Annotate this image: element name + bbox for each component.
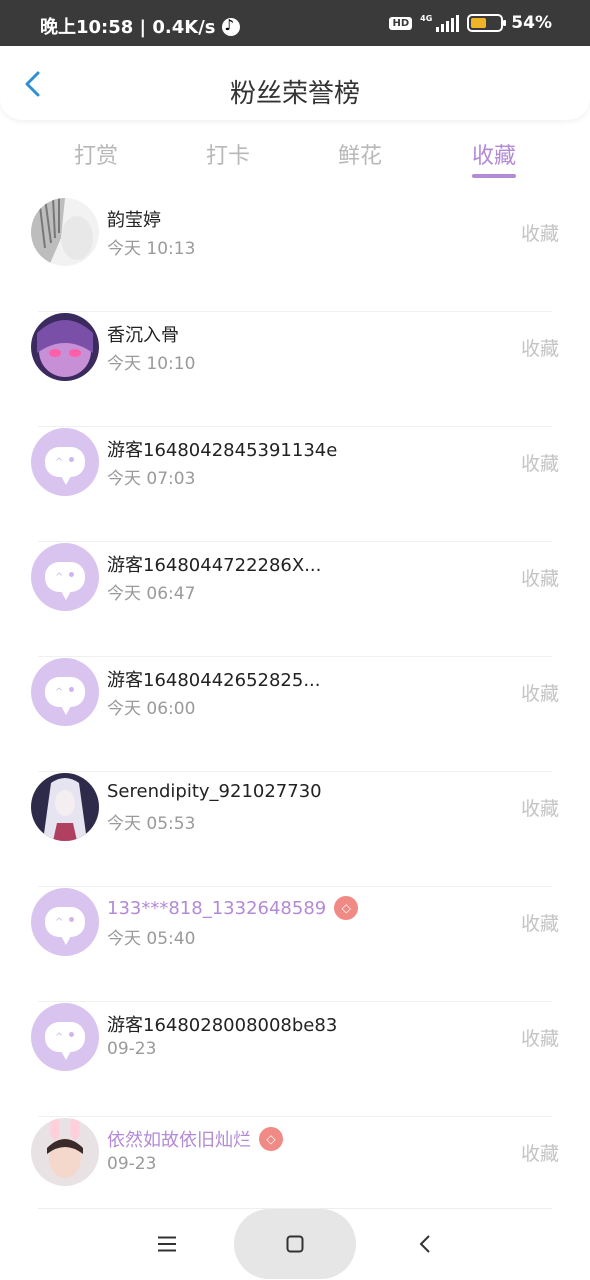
active-tab-indicator bbox=[472, 174, 516, 178]
timestamp: 今天 10:13 bbox=[107, 239, 196, 259]
tiktok-icon bbox=[221, 16, 240, 36]
avatar[interactable] bbox=[31, 198, 99, 266]
list-item[interactable]: 香沉入骨 今天 10:10 收藏 bbox=[0, 312, 590, 427]
user-name: 游客1648042845391134e bbox=[107, 440, 338, 461]
favorite-label: 收藏 bbox=[520, 798, 559, 820]
list-item[interactable]: ^ 游客1648042845391134e 今天 07:03 收藏 bbox=[0, 427, 590, 542]
home-icon[interactable] bbox=[278, 1224, 312, 1264]
tab-bar: 打赏 打卡 鲜花 收藏 bbox=[0, 132, 590, 182]
avatar[interactable] bbox=[31, 773, 99, 841]
status-indicators: HD 4G 54% bbox=[389, 13, 552, 33]
user-name: 133***818_1332648589 ◇ bbox=[107, 896, 359, 920]
timestamp: 今天 06:00 bbox=[107, 699, 196, 719]
header: 粉丝荣誉榜 bbox=[0, 46, 590, 120]
list-item[interactable]: Serendipity_921027730 今天 05:53 收藏 bbox=[0, 772, 590, 887]
list-item[interactable]: ^ 游客1648028008008be83 09-23 收藏 bbox=[0, 1002, 590, 1117]
favorite-label: 收藏 bbox=[520, 1143, 559, 1165]
favorite-label: 收藏 bbox=[520, 913, 559, 935]
back-icon[interactable] bbox=[408, 1224, 442, 1264]
list-item[interactable]: ^ 游客16480442652825... 今天 06:00 收藏 bbox=[0, 657, 590, 772]
list-item[interactable]: ^ 游客1648044722286X... 今天 06:47 收藏 bbox=[0, 542, 590, 657]
status-time-speed: 晚上10:58 | 0.4K/s bbox=[40, 13, 240, 39]
timestamp: 今天 07:03 bbox=[107, 469, 196, 489]
tab-flowers[interactable]: 鲜花 bbox=[310, 138, 410, 170]
user-name: 香沉入骨 bbox=[107, 325, 179, 346]
vip-diamond-icon: ◇ bbox=[259, 1127, 283, 1151]
favorite-label: 收藏 bbox=[520, 223, 559, 245]
page-title: 粉丝荣誉榜 bbox=[229, 79, 360, 109]
user-name: 游客1648028008008be83 bbox=[107, 1015, 338, 1036]
timestamp: 今天 06:47 bbox=[107, 584, 196, 604]
tab-favorites[interactable]: 收藏 bbox=[444, 138, 544, 170]
vip-diamond-icon: ◇ bbox=[334, 896, 359, 920]
avatar[interactable] bbox=[31, 1118, 99, 1186]
battery-text: 54% bbox=[511, 13, 552, 33]
fan-list: 韵莹婷 今天 10:13 收藏 香沉入骨 今天 10:10 收藏 ^ 游客164… bbox=[0, 197, 590, 1232]
default-avatar-icon[interactable]: ^ bbox=[31, 428, 99, 496]
user-name: 依然如故依旧灿烂 ◇ bbox=[107, 1126, 283, 1152]
timestamp: 今天 10:10 bbox=[107, 354, 196, 374]
tab-reward[interactable]: 打赏 bbox=[46, 138, 146, 170]
list-item[interactable]: ^ 133***818_1332648589 ◇ 今天 05:40 收藏 bbox=[0, 887, 590, 1002]
system-nav-bar bbox=[0, 1208, 590, 1280]
default-avatar-icon[interactable]: ^ bbox=[31, 543, 99, 611]
favorite-label: 收藏 bbox=[520, 1028, 559, 1050]
favorite-label: 收藏 bbox=[520, 453, 559, 475]
avatar[interactable] bbox=[31, 313, 99, 381]
user-name: 游客1648044722286X... bbox=[107, 555, 322, 576]
status-bar: 晚上10:58 | 0.4K/s HD 4G 54% bbox=[0, 0, 590, 46]
user-name: Serendipity_921027730 bbox=[107, 781, 322, 802]
timestamp: 09-23 bbox=[107, 1039, 157, 1059]
tab-checkin[interactable]: 打卡 bbox=[178, 138, 278, 170]
hd-icon: HD bbox=[389, 16, 413, 30]
timestamp: 09-23 bbox=[107, 1154, 157, 1174]
timestamp: 今天 05:40 bbox=[107, 929, 196, 949]
favorite-label: 收藏 bbox=[520, 683, 559, 705]
menu-icon[interactable] bbox=[150, 1224, 184, 1264]
timestamp: 今天 05:53 bbox=[107, 814, 196, 834]
list-item[interactable]: 韵莹婷 今天 10:13 收藏 bbox=[0, 197, 590, 312]
default-avatar-icon[interactable]: ^ bbox=[31, 658, 99, 726]
favorite-label: 收藏 bbox=[520, 338, 559, 360]
favorite-label: 收藏 bbox=[520, 568, 559, 590]
user-name: 游客16480442652825... bbox=[107, 670, 321, 691]
battery-icon bbox=[467, 14, 507, 32]
default-avatar-icon[interactable]: ^ bbox=[31, 1003, 99, 1071]
default-avatar-icon[interactable]: ^ bbox=[31, 888, 99, 956]
user-name: 韵莹婷 bbox=[107, 210, 161, 231]
signal-icon: 4G bbox=[420, 14, 460, 32]
